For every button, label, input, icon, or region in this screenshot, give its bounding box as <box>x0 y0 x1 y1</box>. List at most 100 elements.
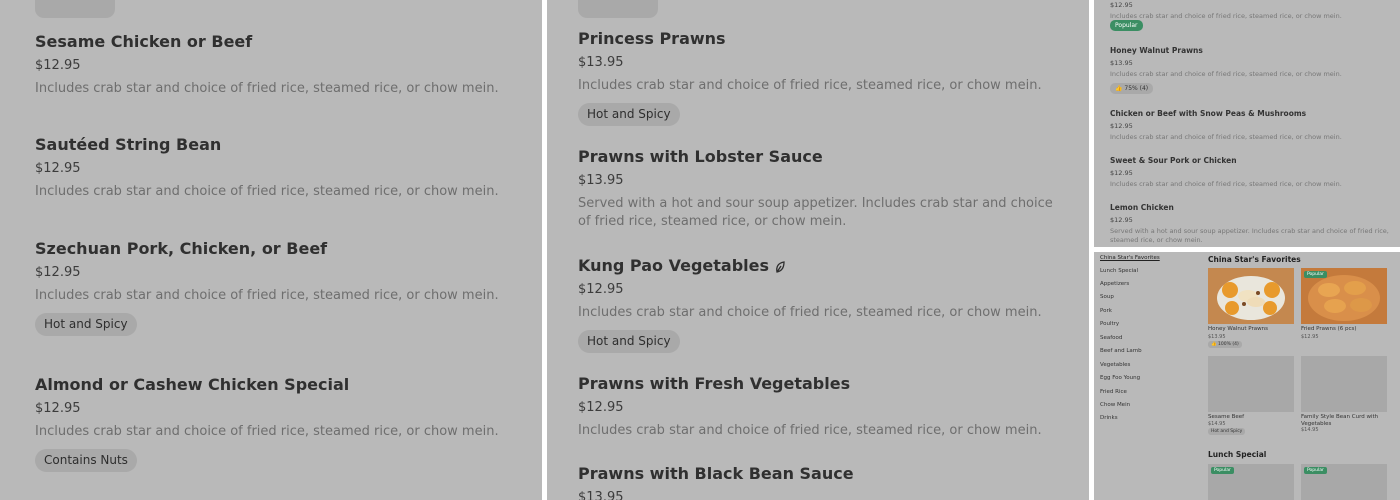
nav-item-drinks[interactable]: Drinks <box>1100 415 1118 422</box>
nav-item-appetizers[interactable]: Appetizers <box>1100 281 1129 288</box>
item-price: $12.95 <box>578 400 624 415</box>
nav-item-lunch-special[interactable]: Lunch Special <box>1100 268 1138 275</box>
item-description: Includes crab star and choice of fried r… <box>35 81 499 96</box>
item-description: Includes crab star and choice of fried r… <box>35 288 499 303</box>
nav-item-favorites[interactable]: China Star's Favorites <box>1100 255 1160 262</box>
item-description: Includes crab star and choice of fried r… <box>578 78 1042 93</box>
hot-and-spicy-tag: Hot and Spicy <box>35 313 137 336</box>
nav-item-pork[interactable]: Pork <box>1100 308 1112 315</box>
food-image-placeholder[interactable] <box>1208 356 1294 412</box>
item-description: Includes crab star and choice of fried r… <box>578 305 1042 320</box>
nav-item-seafood[interactable]: Seafood <box>1100 335 1122 342</box>
nav-item-soup[interactable]: Soup <box>1100 294 1114 301</box>
item-name: Prawns with Fresh Vegetables <box>578 374 851 393</box>
menu-item[interactable]: Sesame Chicken or Beef $12.95 Includes c… <box>35 32 522 98</box>
item-price: $12.95 <box>578 282 624 297</box>
item-description: Served with a hot and sour soup appetize… <box>578 196 1053 229</box>
item-name: Chicken or Beef with Snow Peas & Mushroo… <box>1110 109 1307 118</box>
item-name: Sesame Chicken or Beef <box>35 32 253 51</box>
popular-badge: Popular <box>1304 467 1327 474</box>
tag-stub <box>578 0 658 18</box>
item-price: $13.95 <box>578 55 624 70</box>
item-price: $12.95 <box>1110 216 1133 224</box>
menu-item[interactable]: Honey Walnut Prawns $13.95 Includes crab… <box>1110 46 1392 79</box>
item-name-text: Kung Pao Vegetables <box>578 256 769 275</box>
item-price: $13.95 <box>578 173 624 188</box>
item-name: Lemon Chicken <box>1110 203 1174 212</box>
rating-badge: 👍 75% (4) <box>1110 83 1154 94</box>
menu-item[interactable]: Kung Pao Vegetables $12.95 Includes crab… <box>578 256 1069 353</box>
item-price: $12.95 <box>1110 1 1133 9</box>
section-title: Lunch Special <box>1208 450 1267 459</box>
item-description: Includes crab star and choice of fried r… <box>1110 133 1342 141</box>
card-price: $12.95 <box>1301 334 1319 340</box>
nav-item-chow-mein[interactable]: Chow Mein <box>1100 402 1130 409</box>
card-name: Family Style Bean Curd with Vegetables <box>1301 414 1379 427</box>
item-price: $12.95 <box>35 265 81 280</box>
menu-panel-middle: Princess Prawns $13.95 Includes crab sta… <box>547 0 1089 500</box>
menu-item[interactable]: $12.95 Includes crab star and choice of … <box>1110 0 1392 21</box>
item-name: Kung Pao Vegetables <box>578 256 1069 276</box>
item-description: Includes crab star and choice of fried r… <box>35 184 499 199</box>
item-description: Includes crab star and choice of fried r… <box>35 424 499 439</box>
food-image[interactable] <box>1208 268 1294 324</box>
menu-item[interactable]: Almond or Cashew Chicken Special $12.95 … <box>35 375 522 472</box>
item-price: $12.95 <box>35 401 81 416</box>
popular-badge: Popular <box>1304 271 1327 278</box>
nav-item-fried-rice[interactable]: Fried Rice <box>1100 389 1127 396</box>
hot-and-spicy-tag: Hot and Spicy <box>578 330 680 353</box>
menu-item[interactable]: Lemon Chicken $12.95 Served with a hot a… <box>1110 203 1392 245</box>
thumbs-up-icon: 👍 <box>1115 85 1123 92</box>
menu-item[interactable]: Prawns with Black Bean Sauce $13.95 <box>578 464 1069 500</box>
rating-value: 100% (4) <box>1218 342 1239 347</box>
item-description: Includes crab star and choice of fried r… <box>1110 180 1342 188</box>
item-description: Served with a hot and sour soup appetize… <box>1110 227 1389 244</box>
item-description: Includes crab star and choice of fried r… <box>1110 12 1342 20</box>
hot-and-spicy-tag: Hot and Spicy <box>1208 428 1246 435</box>
menu-item[interactable]: Princess Prawns $13.95 Includes crab sta… <box>578 29 1069 126</box>
nav-item-egg-foo-young[interactable]: Egg Foo Young <box>1100 375 1140 382</box>
item-price: $12.95 <box>35 58 81 73</box>
card-name: Fried Prawns (6 pcs) <box>1301 326 1357 332</box>
hot-and-spicy-tag: Hot and Spicy <box>578 103 680 126</box>
menu-panel-zoomed-list: $12.95 Includes crab star and choice of … <box>1094 0 1400 247</box>
menu-panel-left: Sesame Chicken or Beef $12.95 Includes c… <box>0 0 542 500</box>
card-name: Sesame Beef <box>1208 414 1245 420</box>
card-price: $14.95 <box>1301 427 1319 433</box>
item-name: Sweet & Sour Pork or Chicken <box>1110 156 1237 165</box>
tag-stub <box>35 0 115 18</box>
card-price: $13.95 <box>1208 334 1226 340</box>
contains-nuts-tag: Contains Nuts <box>35 449 137 472</box>
nav-item-poultry[interactable]: Poultry <box>1100 321 1119 328</box>
item-description: Includes crab star and choice of fried r… <box>1110 70 1342 78</box>
item-price: $12.95 <box>1110 122 1133 130</box>
thumbs-up-icon: 👍 <box>1211 342 1217 347</box>
food-image-placeholder[interactable] <box>1301 356 1387 412</box>
item-name: Sautéed String Bean <box>35 135 222 154</box>
nav-item-beef-and-lamb[interactable]: Beef and Lamb <box>1100 348 1142 355</box>
item-name: Honey Walnut Prawns <box>1110 46 1203 55</box>
menu-item[interactable]: Prawns with Fresh Vegetables $12.95 Incl… <box>578 374 1069 440</box>
rating-badge: 👍 100% (4) <box>1208 341 1242 348</box>
menu-item[interactable]: Sweet & Sour Pork or Chicken $12.95 Incl… <box>1110 156 1392 189</box>
menu-item[interactable]: Szechuan Pork, Chicken, or Beef $12.95 I… <box>35 239 522 336</box>
item-name: Prawns with Lobster Sauce <box>578 147 823 166</box>
item-name: Szechuan Pork, Chicken, or Beef <box>35 239 328 258</box>
nav-item-vegetables[interactable]: Vegetables <box>1100 362 1130 369</box>
popular-badge: Popular <box>1211 467 1234 474</box>
item-price: $12.95 <box>35 161 81 176</box>
item-name: Almond or Cashew Chicken Special <box>35 375 350 394</box>
menu-item[interactable]: Chicken or Beef with Snow Peas & Mushroo… <box>1110 109 1392 142</box>
leaf-icon <box>776 260 785 273</box>
item-price: $12.95 <box>1110 169 1133 177</box>
menu-item[interactable]: Prawns with Lobster Sauce $13.95 Served … <box>578 147 1069 231</box>
item-price: $13.95 <box>578 490 624 500</box>
menu-panel-overview: China Star's Favorites Lunch Special App… <box>1094 252 1400 500</box>
item-name: Princess Prawns <box>578 29 726 48</box>
honey-walnut-prawns-photo <box>1208 268 1294 324</box>
section-title: China Star's Favorites <box>1208 255 1301 264</box>
menu-item[interactable]: Sautéed String Bean $12.95 Includes crab… <box>35 135 522 201</box>
card-name: Honey Walnut Prawns <box>1208 326 1268 332</box>
item-name: Prawns with Black Bean Sauce <box>578 464 854 483</box>
popular-badge: Popular <box>1110 20 1143 31</box>
